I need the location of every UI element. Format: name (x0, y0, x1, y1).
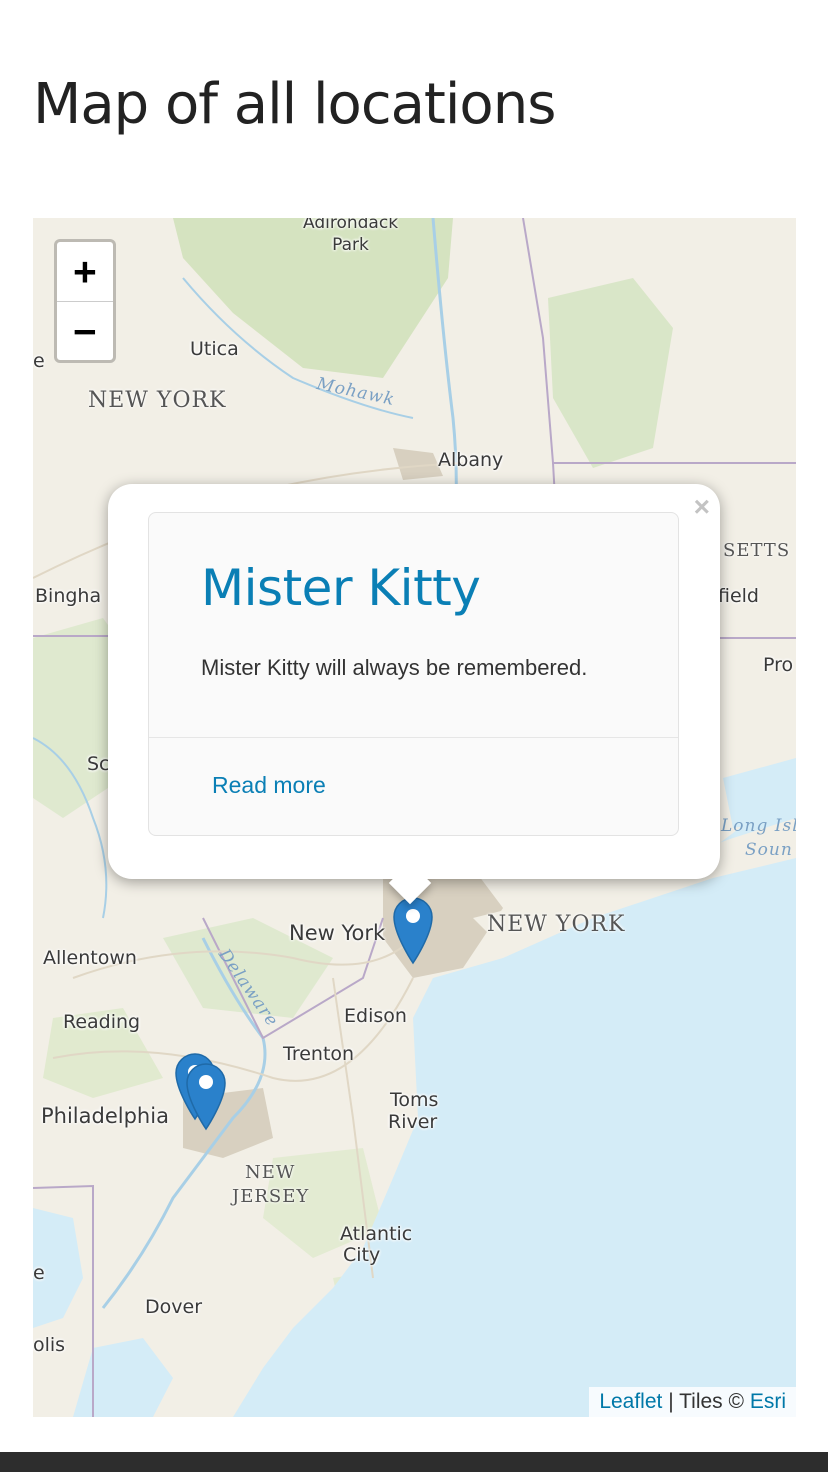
label-new-york-state: NEW YORK (88, 388, 227, 413)
label-new-york-city: New York (289, 921, 386, 945)
leaflet-link[interactable]: Leaflet (599, 1390, 662, 1413)
label-e-left: e (33, 350, 45, 372)
popup-divider (149, 737, 678, 738)
popup-title: Mister Kitty (201, 559, 481, 617)
label-trenton: Trenton (283, 1043, 355, 1065)
label-allentown: Allentown (43, 947, 137, 969)
label-sound: Soun (745, 840, 793, 860)
label-reading: Reading (63, 1011, 141, 1033)
label-toms: Toms (390, 1089, 439, 1111)
label-massachusetts: SETTS (723, 540, 791, 561)
label-scranton: Sc (87, 753, 110, 775)
attribution-text: | Tiles © (662, 1390, 750, 1413)
label-atlantic: Atlantic (340, 1223, 413, 1245)
zoom-control: + − (54, 239, 116, 363)
label-providence: Pro (763, 654, 794, 676)
esri-link[interactable]: Esri (750, 1390, 786, 1413)
label-city: City (343, 1244, 381, 1266)
popup-close-button[interactable]: × (694, 490, 710, 524)
read-more-link[interactable]: Read more (212, 772, 326, 799)
label-long-island: Long Isl (721, 816, 796, 836)
label-edison: Edison (344, 1005, 407, 1027)
label-e-left2: e (33, 1262, 45, 1284)
marker-popup: × Mister Kitty Mister Kitty will always … (108, 484, 720, 905)
label-adirondack-park: Adirondack Park (303, 218, 399, 255)
label-albany: Albany (438, 449, 504, 471)
map-attribution: Leaflet | Tiles © Esri (589, 1387, 796, 1417)
label-utica: Utica (190, 338, 239, 360)
footer-bar (0, 1452, 828, 1472)
map-marker-pin[interactable] (184, 1061, 228, 1131)
label-nj-new: NEW (245, 1162, 296, 1183)
map-marker-pin[interactable] (391, 895, 435, 965)
map-container[interactable]: Adirondack Park Utica e NEW YORK Mohawk … (33, 218, 796, 1417)
label-philadelphia: Philadelphia (41, 1104, 169, 1128)
label-nj-jersey: JERSEY (232, 1186, 310, 1207)
page-title: Map of all locations (33, 72, 556, 137)
label-new-york-east: NEW YORK (487, 912, 626, 937)
label-river: River (388, 1111, 438, 1133)
label-annapolis: olis (33, 1334, 66, 1356)
label-binghamton: Bingha (35, 585, 102, 607)
zoom-out-button[interactable]: − (57, 302, 113, 361)
popup-text: Mister Kitty will always be remembered. (201, 655, 588, 680)
label-dover: Dover (145, 1296, 202, 1318)
zoom-in-button[interactable]: + (57, 242, 113, 302)
popup-card: Mister Kitty Mister Kitty will always be… (148, 512, 679, 836)
label-springfield: field (718, 585, 759, 607)
